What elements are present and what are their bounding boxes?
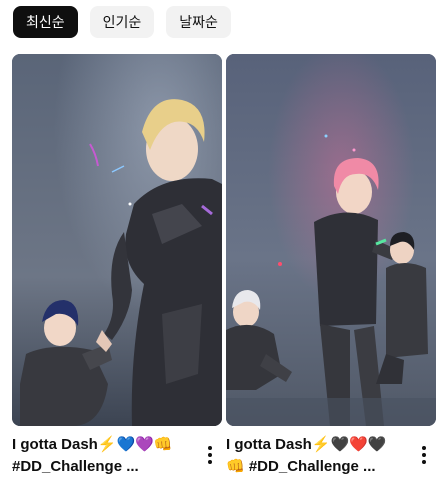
video-title-line-2[interactable]: #DD_Challenge ...	[12, 456, 194, 478]
sort-date-chip[interactable]: 날짜순	[166, 6, 231, 38]
shorts-feed: 최신순 인기순 날짜순 I gotta Dash⚡💙💜👊 #DD_Challen…	[0, 0, 438, 478]
more-options-icon[interactable]	[414, 440, 434, 470]
video-title-line-1[interactable]: I gotta Dash⚡💙💜👊	[12, 434, 194, 456]
short-video-card[interactable]: I gotta Dash⚡💙💜👊 #DD_Challenge ...	[12, 54, 222, 478]
video-title-row: I gotta Dash⚡💙💜👊 #DD_Challenge ...	[12, 434, 222, 478]
sort-popular-chip[interactable]: 인기순	[89, 6, 155, 38]
video-thumbnail[interactable]	[12, 54, 222, 426]
sort-filter-chips: 최신순 인기순 날짜순	[13, 6, 231, 38]
short-video-card[interactable]: I gotta Dash⚡🖤❤️🖤 👊 #DD_Challenge ...	[226, 54, 436, 478]
video-title-row: I gotta Dash⚡🖤❤️🖤 👊 #DD_Challenge ...	[226, 434, 436, 478]
sort-latest-chip[interactable]: 최신순	[13, 6, 78, 38]
video-thumbnail[interactable]	[226, 54, 436, 426]
video-title-line-2[interactable]: 👊 #DD_Challenge ...	[226, 456, 408, 478]
video-title-line-1[interactable]: I gotta Dash⚡🖤❤️🖤	[226, 434, 408, 456]
more-options-icon[interactable]	[200, 440, 220, 470]
